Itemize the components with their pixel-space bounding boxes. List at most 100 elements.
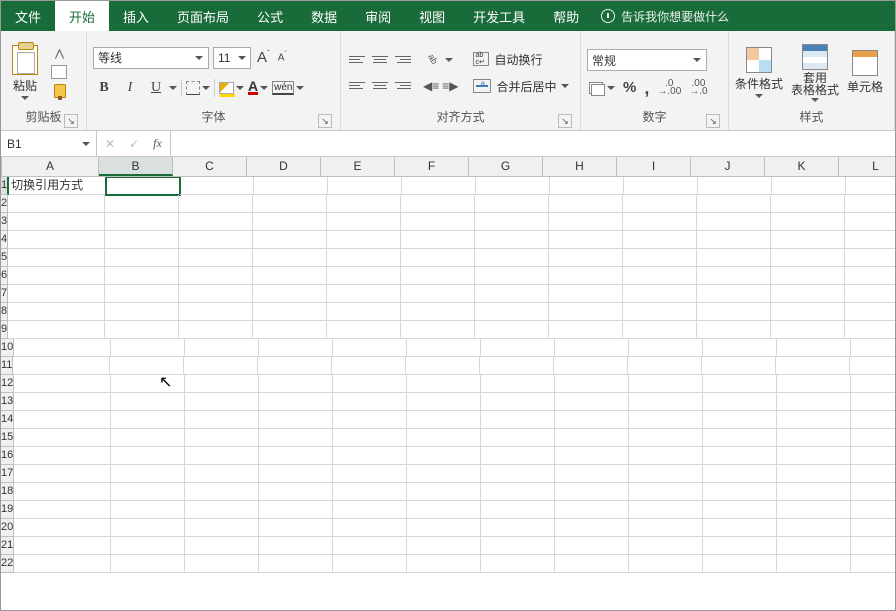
conditional-format-button[interactable]: 条件格式 [735, 47, 783, 98]
row-header[interactable]: 15 [1, 429, 14, 447]
cell[interactable] [777, 537, 851, 555]
cell[interactable] [629, 447, 703, 465]
cell[interactable] [555, 339, 629, 357]
cell[interactable] [407, 555, 481, 573]
tab-home[interactable]: 开始 [55, 1, 109, 31]
cell[interactable] [185, 447, 259, 465]
align-bottom-button[interactable] [393, 51, 413, 69]
cell[interactable] [629, 429, 703, 447]
cell[interactable] [549, 213, 623, 231]
tab-view[interactable]: 视图 [405, 1, 459, 31]
cell[interactable] [333, 339, 407, 357]
column-header[interactable]: G [469, 157, 543, 176]
cell[interactable] [185, 519, 259, 537]
row-header[interactable]: 14 [1, 411, 14, 429]
cell[interactable] [259, 429, 333, 447]
cancel-formula-button[interactable]: ✕ [105, 137, 115, 151]
format-painter-button[interactable] [51, 84, 69, 98]
cell[interactable] [179, 321, 253, 339]
cell[interactable] [106, 177, 180, 195]
cell[interactable] [777, 519, 851, 537]
cell[interactable] [623, 321, 697, 339]
cell[interactable] [111, 501, 185, 519]
cell[interactable] [481, 393, 555, 411]
formula-input[interactable] [171, 131, 895, 156]
cell[interactable] [555, 555, 629, 573]
cell[interactable] [629, 339, 703, 357]
cell[interactable] [629, 393, 703, 411]
cell[interactable] [845, 213, 895, 231]
column-header[interactable]: D [247, 157, 321, 176]
cell[interactable] [105, 195, 179, 213]
cell[interactable] [771, 213, 845, 231]
cell[interactable] [697, 195, 771, 213]
row-header[interactable]: 2 [1, 195, 8, 213]
cell[interactable] [105, 231, 179, 249]
alignment-dialog-launcher[interactable] [558, 114, 572, 128]
orientation-button[interactable] [425, 51, 453, 69]
cell[interactable] [481, 465, 555, 483]
cell[interactable] [185, 339, 259, 357]
wrap-text-button[interactable]: 自动换行 [470, 50, 572, 69]
cell[interactable] [253, 213, 327, 231]
cell[interactable] [851, 465, 895, 483]
cell[interactable] [8, 213, 105, 231]
align-right-button[interactable] [393, 77, 413, 95]
cell[interactable] [480, 357, 554, 375]
cell[interactable] [259, 483, 333, 501]
cell[interactable] [850, 357, 895, 375]
cell[interactable] [105, 213, 179, 231]
cell[interactable] [481, 555, 555, 573]
cell[interactable] [259, 375, 333, 393]
row-header[interactable]: 13 [1, 393, 14, 411]
cell[interactable] [111, 519, 185, 537]
cell[interactable] [259, 411, 333, 429]
cell[interactable] [777, 429, 851, 447]
cell[interactable] [623, 231, 697, 249]
font-size-combo[interactable]: 11 [213, 47, 251, 69]
tab-review[interactable]: 审阅 [351, 1, 405, 31]
cell[interactable] [401, 195, 475, 213]
paste-button[interactable]: 粘贴 [7, 45, 43, 100]
decrease-indent-button[interactable]: ◀≡ [423, 79, 439, 93]
cell[interactable] [845, 231, 895, 249]
cell[interactable] [475, 231, 549, 249]
italic-button[interactable]: I [119, 77, 141, 99]
font-dialog-launcher[interactable] [318, 114, 332, 128]
cell[interactable] [327, 249, 401, 267]
cell[interactable] [259, 501, 333, 519]
cell[interactable] [259, 465, 333, 483]
cell[interactable] [777, 501, 851, 519]
cell[interactable] [481, 339, 555, 357]
cell[interactable] [179, 249, 253, 267]
column-header[interactable]: E [321, 157, 395, 176]
cell[interactable] [254, 177, 328, 195]
cell[interactable] [703, 339, 777, 357]
tab-data[interactable]: 数据 [297, 1, 351, 31]
cell[interactable] [259, 519, 333, 537]
cell[interactable] [475, 267, 549, 285]
cell[interactable] [555, 537, 629, 555]
cell[interactable] [185, 483, 259, 501]
cell[interactable] [555, 465, 629, 483]
cell[interactable] [555, 483, 629, 501]
row-header[interactable]: 19 [1, 501, 14, 519]
cell[interactable] [14, 393, 111, 411]
cell[interactable] [703, 393, 777, 411]
cell[interactable] [777, 483, 851, 501]
cell[interactable] [623, 285, 697, 303]
cell[interactable] [475, 321, 549, 339]
cell[interactable] [327, 321, 401, 339]
cell[interactable] [698, 177, 772, 195]
cell[interactable] [179, 195, 253, 213]
cell[interactable] [851, 393, 895, 411]
cell[interactable]: 切换引用方式 [9, 177, 106, 195]
cell[interactable] [851, 501, 895, 519]
cell[interactable] [771, 231, 845, 249]
cell[interactable] [555, 429, 629, 447]
cell[interactable] [14, 339, 111, 357]
cell[interactable] [185, 411, 259, 429]
cell[interactable] [402, 177, 476, 195]
percent-button[interactable]: % [623, 79, 636, 96]
cell[interactable] [703, 375, 777, 393]
